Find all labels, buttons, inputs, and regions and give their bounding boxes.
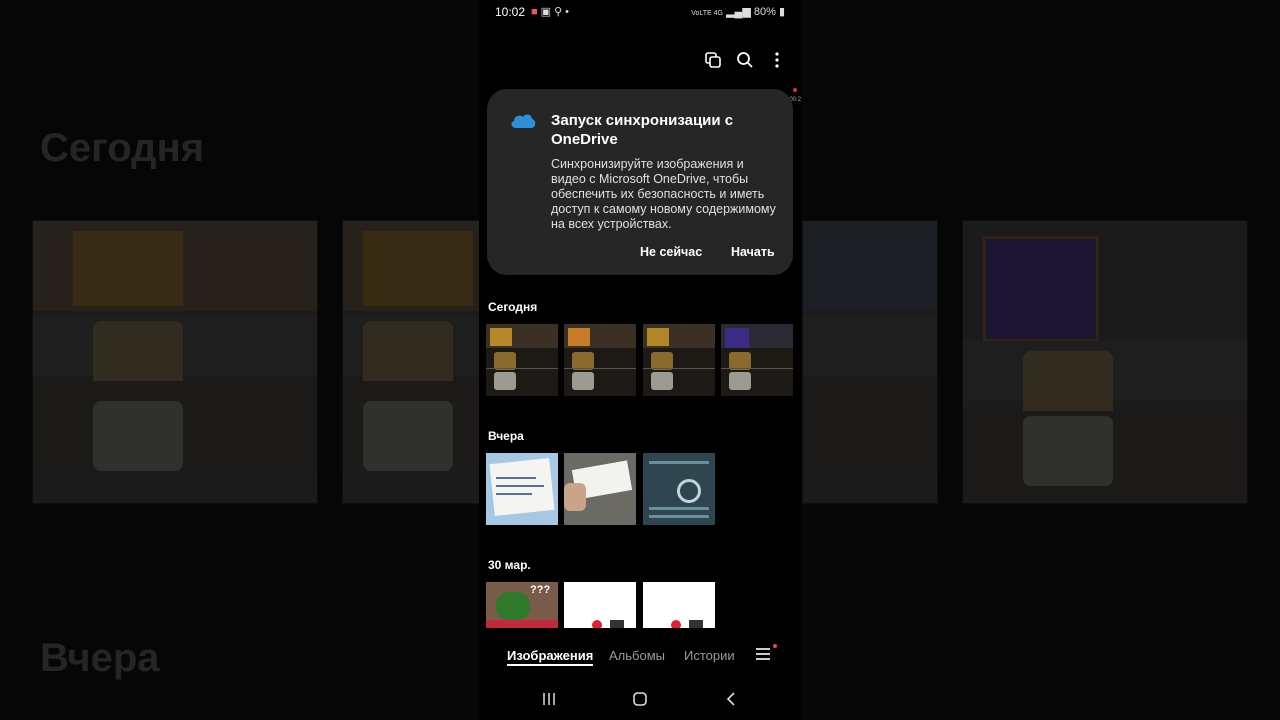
photo-thumbnail[interactable] bbox=[564, 453, 636, 525]
onedrive-cloud-icon bbox=[509, 111, 537, 134]
onedrive-sync-card: Запуск синхронизации с OneDrive Синхрони… bbox=[487, 89, 793, 275]
recent-apps-icon[interactable] bbox=[541, 691, 557, 712]
tab-images[interactable]: Изображения bbox=[507, 648, 594, 666]
photo-thumbnail[interactable] bbox=[486, 453, 558, 525]
search-notification-icon: ⚲ bbox=[554, 6, 566, 18]
photo-thumbnail[interactable] bbox=[643, 582, 715, 628]
more-options-icon[interactable] bbox=[765, 48, 789, 72]
menu-icon[interactable] bbox=[755, 644, 777, 664]
gallery-icon: ▣ bbox=[540, 6, 555, 18]
network-label: VoLTE 4G bbox=[691, 10, 723, 17]
dot-icon: • bbox=[565, 6, 572, 18]
tab-albums[interactable]: Альбомы bbox=[609, 648, 665, 663]
not-now-button[interactable]: Не сейчас bbox=[640, 245, 702, 259]
bottom-navigation: Изображения Альбомы Истории bbox=[479, 644, 801, 666]
tab-stories[interactable]: Истории bbox=[684, 648, 735, 663]
battery-icon: ▮ bbox=[778, 6, 785, 18]
status-time: 10:02 bbox=[495, 5, 526, 19]
photo-thumbnail[interactable] bbox=[721, 324, 793, 396]
sync-card-body: Синхронизируйте изображения и видео с Mi… bbox=[551, 157, 776, 231]
photo-thumbnail[interactable] bbox=[564, 582, 636, 628]
section-header-today: Сегодня bbox=[488, 300, 538, 314]
start-button[interactable]: Начать bbox=[731, 245, 775, 259]
gallery-toolbar bbox=[681, 48, 801, 74]
select-icon[interactable] bbox=[701, 48, 725, 72]
photo-thumbnail[interactable] bbox=[643, 453, 715, 525]
status-bar: 10:02 ■▣⚲• VoLTE 4G ▂▄▆ 80% ▮ bbox=[479, 0, 801, 24]
back-icon[interactable] bbox=[723, 691, 739, 712]
section-header-30-mar: 30 мар. bbox=[488, 558, 531, 572]
section-header-yesterday: Вчера bbox=[488, 429, 524, 443]
photo-thumbnail[interactable]: ??? bbox=[486, 582, 558, 628]
notification-icons: ■▣⚲• bbox=[531, 5, 572, 18]
system-navigation-bar bbox=[479, 688, 801, 712]
home-icon[interactable] bbox=[632, 691, 648, 712]
photo-thumbnail[interactable] bbox=[643, 324, 715, 396]
battery-level: 80% bbox=[753, 6, 776, 18]
phone-screen: 10:02 ■▣⚲• VoLTE 4G ▂▄▆ 80% ▮ 00:2 Запус… bbox=[479, 0, 801, 720]
signal-icon: ▂▄▆ bbox=[726, 6, 751, 18]
sync-card-title: Запуск синхронизации с OneDrive bbox=[551, 112, 734, 148]
photo-thumbnail[interactable] bbox=[486, 324, 558, 396]
video-call-icon: ■ bbox=[531, 6, 541, 18]
photo-thumbnail[interactable] bbox=[564, 324, 636, 396]
search-icon[interactable] bbox=[733, 48, 757, 72]
notification-dot bbox=[773, 644, 777, 648]
status-right: VoLTE 4G ▂▄▆ 80% ▮ bbox=[691, 5, 785, 18]
